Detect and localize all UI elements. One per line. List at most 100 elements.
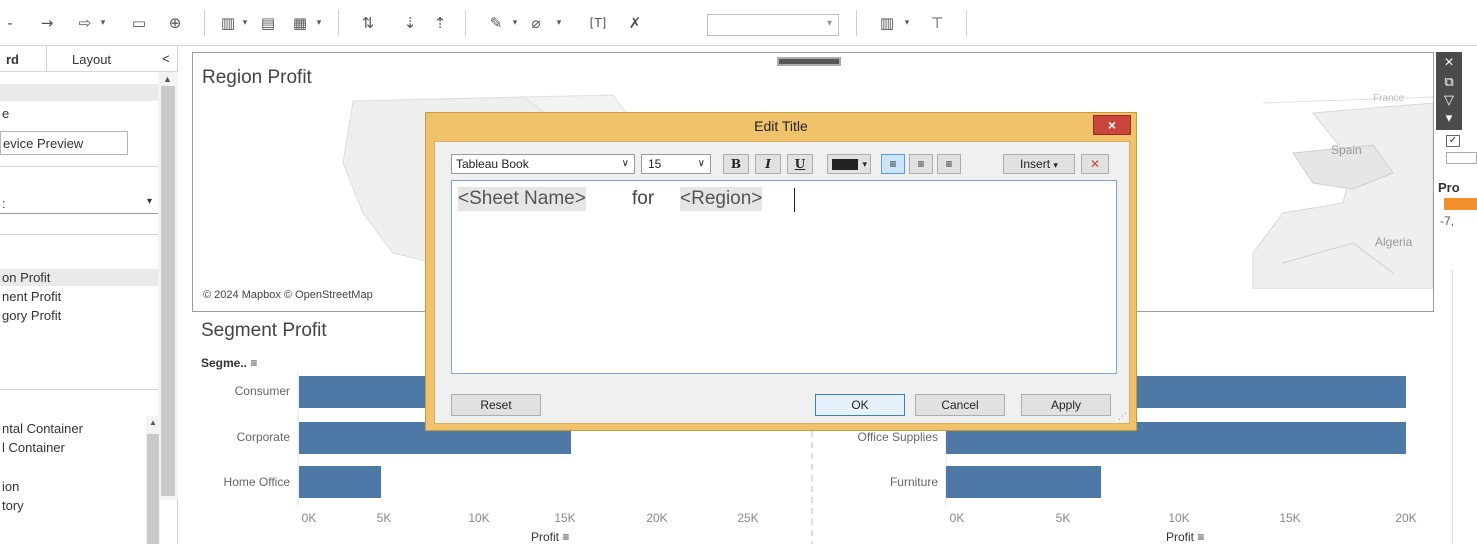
show-me-icon[interactable]: ▥ [874,12,900,34]
font-color-picker[interactable]: ▾ [827,154,871,174]
object-horizontal-container[interactable]: ntal Container [2,421,83,436]
map-label-spain: Spain [1331,143,1362,157]
show-me-dropdown-icon[interactable]: ▾ [902,12,912,34]
filter-icon[interactable]: ▽ [1436,92,1462,108]
label-icon[interactable]: [T] [586,12,610,34]
container-grip-handle[interactable] [777,57,841,66]
new-sheet-dropdown-icon[interactable]: ▾ [240,12,250,34]
size-section-header [0,84,158,101]
text-caret [794,188,795,212]
checkbox-checked-icon[interactable]: ✓ [1446,135,1460,147]
chevron-down-icon: ▾ [147,196,153,207]
bar-home-office[interactable] [299,466,381,498]
map-attribution[interactable]: © 2024 Mapbox © OpenStreetMap [203,289,373,301]
segment-tick: 0K [301,511,317,525]
clear-sheet-icon[interactable]: ▦ [288,12,312,34]
object-story[interactable]: tory [2,498,24,513]
align-left-button[interactable]: ≡ [881,154,905,174]
category-tick: 5K [1055,511,1071,525]
present-icon[interactable]: ⊤ [924,12,950,34]
scrollbar-thumb[interactable] [147,434,159,544]
fit-select[interactable]: ▾ [707,14,839,36]
sort-icon[interactable]: ≡ [1197,530,1204,544]
sheets-scrollbar[interactable]: ▲ [158,72,178,500]
close-button[interactable]: × [1093,115,1131,135]
chevron-up-icon: ▲ [149,418,157,427]
fix-axes-icon[interactable]: ✗ [622,12,648,34]
category-axis-title[interactable]: Profit ≡ [1166,530,1204,544]
chevron-down-icon: ▾ [1053,160,1058,170]
presentation-icon[interactable]: ▭ [128,12,150,34]
sort-icon[interactable]: ≡ [562,530,569,544]
tab-dashboard[interactable]: rd [6,52,19,67]
remove-icon[interactable]: × [1436,54,1462,72]
highlight-dropdown-icon[interactable]: ▾ [510,12,520,34]
map-label-algeria: Algeria [1375,235,1413,249]
align-right-icon: ≡ [945,157,953,171]
swap-dropdown-icon[interactable]: ▾ [98,12,108,34]
sort-desc-icon[interactable]: ⇡ [428,12,452,34]
align-right-button[interactable]: ≡ [937,154,961,174]
reset-button[interactable]: Reset [451,394,541,416]
sheet-item-segment-profit[interactable]: nent Profit [2,289,61,304]
segment-column-header[interactable]: Segme.. ≡ [201,356,257,370]
segment-tick: 25K [737,511,759,525]
sort-asc-icon[interactable]: ⇣ [398,12,422,34]
align-center-icon: ≡ [917,157,925,171]
group-icon[interactable]: ⌀ [524,12,548,34]
device-preview-button[interactable]: evice Preview [0,131,128,155]
bold-button[interactable]: B [723,154,749,174]
scrollbar-thumb[interactable] [161,86,175,496]
chevron-down-icon: ∨ [621,158,629,169]
font-select[interactable]: Tableau Book ∨ [451,154,635,174]
segment-label-home-office[interactable]: Home Office [196,475,290,489]
sheet-name-token[interactable]: <Sheet Name> [458,187,586,211]
map-title[interactable]: Region Profit [202,67,312,89]
swap-rows-icon[interactable]: ⇅ [356,12,380,34]
category-tick: 0K [949,511,965,525]
underline-button[interactable]: U [787,154,813,174]
legend-input[interactable] [1446,152,1477,164]
italic-button[interactable]: I [755,154,781,174]
segment-tick: 5K [376,511,392,525]
sort-icon[interactable]: ≡ [250,356,257,370]
align-center-button[interactable]: ≡ [909,154,933,174]
ok-button[interactable]: OK [815,394,905,416]
region-token[interactable]: <Region> [680,187,763,211]
duplicate-icon[interactable]: ▤ [256,12,280,34]
segment-label-consumer[interactable]: Consumer [196,384,290,398]
clear-format-button[interactable]: ✕ [1081,154,1109,174]
category-label-furniture[interactable]: Furniture [820,475,938,489]
bar-furniture[interactable] [946,466,1101,498]
title-text-editor[interactable]: <Sheet Name> for <Region> [451,180,1117,374]
chevron-up-icon: ▲ [163,74,172,84]
cancel-button[interactable]: Cancel [915,394,1005,416]
highlight-icon[interactable]: ✎ [484,12,508,34]
font-size-select[interactable]: 15 ∨ [641,154,711,174]
apply-button[interactable]: Apply [1021,394,1111,416]
sheet-item-category-profit[interactable]: gory Profit [2,308,61,323]
minus-icon[interactable]: - [4,12,16,34]
collapse-panel-icon[interactable]: < [162,51,170,66]
object-navigation[interactable]: ion [2,479,19,494]
group-dropdown-icon[interactable]: ▾ [554,12,564,34]
insert-button[interactable]: Insert ▾ [1003,154,1075,174]
chevron-down-icon: ∨ [697,158,705,169]
sheet-item-region-profit[interactable]: on Profit [2,270,50,285]
swap-icon[interactable]: ⇨ [74,12,96,34]
clear-dropdown-icon[interactable]: ▾ [314,12,324,34]
go-to-sheet-icon[interactable]: ⧉ [1436,74,1462,90]
segment-axis-title[interactable]: Profit ≡ [531,530,569,544]
size-select[interactable]: : ▾ [0,192,158,214]
tab-layout[interactable]: Layout [72,52,111,67]
segment-label-corporate[interactable]: Corporate [196,430,290,444]
new-data-source-icon[interactable]: ⊕ [164,12,186,34]
resize-grip-icon[interactable]: ⋰ [1118,411,1127,422]
redo-icon[interactable]: → [36,12,58,34]
objects-scrollbar[interactable]: ▲ [146,416,160,544]
more-options-icon[interactable]: ▾ [1436,110,1462,126]
object-vertical-container[interactable]: l Container [2,440,65,455]
segment-chart-title[interactable]: Segment Profit [201,320,327,342]
new-sheet-icon[interactable]: ▥ [216,12,240,34]
category-label-office-supplies[interactable]: Office Supplies [820,430,939,444]
